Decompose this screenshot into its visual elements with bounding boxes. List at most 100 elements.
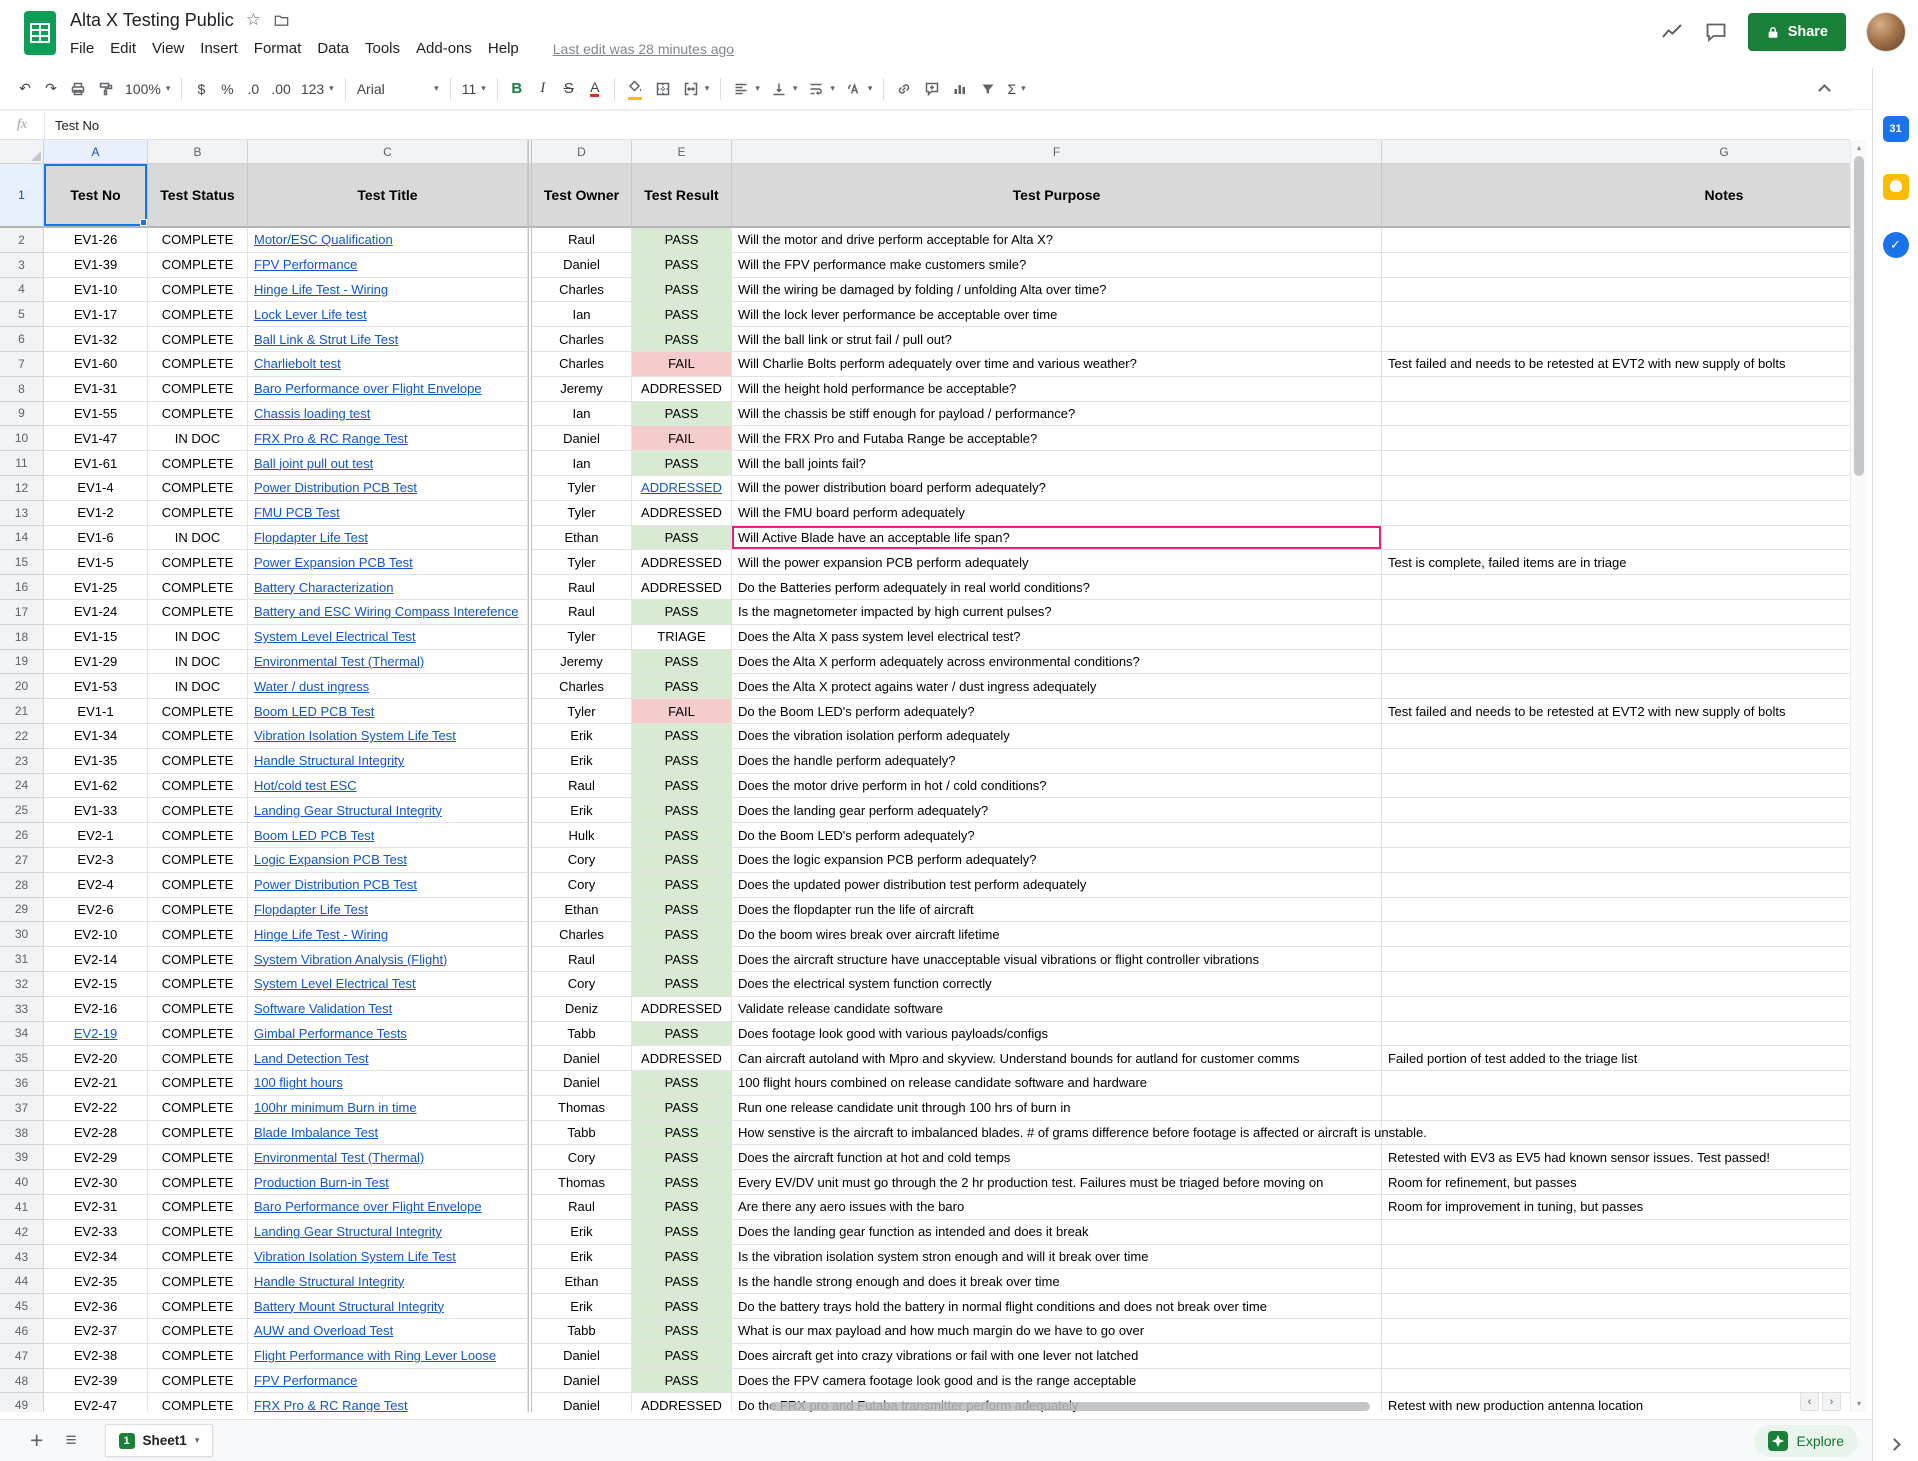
cell-test-purpose[interactable]: Will the wiring be damaged by folding / …	[732, 278, 1382, 303]
cell-test-status[interactable]: COMPLETE	[148, 699, 248, 724]
format-currency-button[interactable]: $	[188, 75, 214, 103]
row-number[interactable]: 7	[0, 352, 44, 377]
test-title-link[interactable]: Vibration Isolation System Life Test	[254, 728, 456, 743]
test-title-link[interactable]: Production Burn-in Test	[254, 1175, 389, 1190]
cell-test-status[interactable]: COMPLETE	[148, 1319, 248, 1344]
cell-test-no[interactable]: EV2-3	[44, 848, 148, 873]
cell-test-status[interactable]: COMPLETE	[148, 1022, 248, 1047]
row-number[interactable]: 18	[0, 625, 44, 650]
cell-test-status[interactable]: COMPLETE	[148, 278, 248, 303]
sheets-logo-icon[interactable]	[24, 11, 56, 55]
cell-test-no[interactable]: EV1-10	[44, 278, 148, 303]
row-number[interactable]: 49	[0, 1393, 44, 1412]
cell-test-no[interactable]: EV1-15	[44, 625, 148, 650]
cell-test-status[interactable]: COMPLETE	[148, 1170, 248, 1195]
cell-test-title[interactable]: Baro Performance over Flight Envelope	[248, 1195, 528, 1220]
row-number[interactable]: 37	[0, 1096, 44, 1121]
cell-test-owner[interactable]: Tabb	[532, 1121, 632, 1146]
cell-test-owner[interactable]: Ethan	[532, 526, 632, 551]
test-title-link[interactable]: Landing Gear Structural Integrity	[254, 1224, 442, 1239]
test-title-link[interactable]: Ball joint pull out test	[254, 456, 373, 471]
cell-test-result[interactable]: PASS	[632, 278, 732, 303]
cell-test-result[interactable]: ADDRESSED	[632, 476, 732, 501]
cell-test-purpose[interactable]: Does the aircraft function at hot and co…	[732, 1145, 1382, 1170]
filter-button[interactable]	[974, 75, 1002, 103]
cell-test-title[interactable]: Power Distribution PCB Test	[248, 873, 528, 898]
cell-notes[interactable]	[1382, 1294, 1850, 1319]
cell-test-status[interactable]: COMPLETE	[148, 575, 248, 600]
cell-test-purpose[interactable]: Do the battery trays hold the battery in…	[732, 1294, 1382, 1319]
cell-notes[interactable]	[1382, 228, 1850, 253]
cell-notes[interactable]	[1382, 278, 1850, 303]
cell-notes[interactable]	[1382, 873, 1850, 898]
cell-test-purpose[interactable]: Do the Boom LED's perform adequately?	[732, 699, 1382, 724]
cell-test-result[interactable]: PASS	[632, 749, 732, 774]
cell-notes[interactable]	[1382, 749, 1850, 774]
cell-test-result[interactable]: PASS	[632, 1022, 732, 1047]
cell-test-status[interactable]: COMPLETE	[148, 947, 248, 972]
decrease-decimal-button[interactable]: .0	[240, 75, 266, 103]
test-title-link[interactable]: Lock Lever Life test	[254, 307, 367, 322]
row-number[interactable]: 45	[0, 1294, 44, 1319]
cell-test-title[interactable]: Blade Imbalance Test	[248, 1121, 528, 1146]
test-title-link[interactable]: Power Expansion PCB Test	[254, 555, 413, 570]
cell-test-result[interactable]: PASS	[632, 898, 732, 923]
font-family-select[interactable]: Arial▾	[352, 75, 444, 103]
cell-test-no[interactable]: EV2-30	[44, 1170, 148, 1195]
row-number[interactable]: 44	[0, 1269, 44, 1294]
cell-test-purpose[interactable]: Does the handle perform adequately?	[732, 749, 1382, 774]
cell-test-status[interactable]: IN DOC	[148, 526, 248, 551]
cell-test-no[interactable]: EV1-47	[44, 426, 148, 451]
row-number[interactable]: 23	[0, 749, 44, 774]
test-title-link[interactable]: Hinge Life Test - Wiring	[254, 282, 388, 297]
cell-test-owner[interactable]: Daniel	[532, 253, 632, 278]
vertical-scrollbar-thumb[interactable]	[1854, 156, 1864, 476]
row-number[interactable]: 13	[0, 501, 44, 526]
cell-test-status[interactable]: COMPLETE	[148, 228, 248, 253]
row-number[interactable]: 1	[0, 164, 44, 228]
cell-test-title[interactable]: Hot/cold test ESC	[248, 774, 528, 799]
column-header-E[interactable]: E	[632, 140, 732, 164]
cell-test-owner[interactable]: Tabb	[532, 1022, 632, 1047]
cell-test-no[interactable]: EV2-29	[44, 1145, 148, 1170]
test-title-link[interactable]: FRX Pro & RC Range Test	[254, 431, 408, 446]
cell-test-no[interactable]: EV1-31	[44, 377, 148, 402]
cell-notes[interactable]	[1382, 1344, 1850, 1369]
cell-test-purpose[interactable]: Does the vibration isolation perform ade…	[732, 724, 1382, 749]
cell-test-owner[interactable]: Daniel	[532, 1344, 632, 1369]
cell-test-result[interactable]: PASS	[632, 848, 732, 873]
row-number[interactable]: 31	[0, 947, 44, 972]
cell-test-status[interactable]: COMPLETE	[148, 1046, 248, 1071]
row-number[interactable]: 46	[0, 1319, 44, 1344]
row-number[interactable]: 39	[0, 1145, 44, 1170]
test-title-link[interactable]: FRX Pro & RC Range Test	[254, 1398, 408, 1412]
cell-test-owner[interactable]: Cory	[532, 1145, 632, 1170]
row-number[interactable]: 8	[0, 377, 44, 402]
cell-test-result[interactable]: PASS	[632, 1269, 732, 1294]
scroll-left-arrow[interactable]: ‹	[1800, 1392, 1819, 1411]
cell-test-owner[interactable]: Charles	[532, 674, 632, 699]
row-number[interactable]: 47	[0, 1344, 44, 1369]
cell-test-status[interactable]: COMPLETE	[148, 774, 248, 799]
cell-notes[interactable]	[1382, 302, 1850, 327]
cell-test-result[interactable]: ADDRESSED	[632, 1046, 732, 1071]
cell-test-owner[interactable]: Erik	[532, 798, 632, 823]
cell-test-owner[interactable]: Daniel	[532, 1369, 632, 1394]
cell-test-purpose[interactable]: Will the FMU board perform adequately	[732, 501, 1382, 526]
cell-test-result[interactable]: PASS	[632, 402, 732, 427]
cell-test-status[interactable]: COMPLETE	[148, 823, 248, 848]
cell-test-result[interactable]: FAIL	[632, 426, 732, 451]
cell-test-status[interactable]: COMPLETE	[148, 377, 248, 402]
cell-test-status[interactable]: COMPLETE	[148, 749, 248, 774]
cell-test-result[interactable]: PASS	[632, 774, 732, 799]
cell-test-owner[interactable]: Daniel	[532, 426, 632, 451]
cell-test-purpose[interactable]: Will the chassis be stiff enough for pay…	[732, 402, 1382, 427]
cell-test-title[interactable]: FRX Pro & RC Range Test	[248, 426, 528, 451]
cell-test-purpose[interactable]: Does the landing gear perform adequately…	[732, 798, 1382, 823]
cell-notes[interactable]	[1382, 848, 1850, 873]
cell-notes[interactable]: Failed portion of test added to the tria…	[1382, 1046, 1850, 1071]
cell-test-title[interactable]: Ball Link & Strut Life Test	[248, 327, 528, 352]
row-number[interactable]: 42	[0, 1220, 44, 1245]
cell-test-status[interactable]: COMPLETE	[148, 1195, 248, 1220]
cell-test-title[interactable]: FPV Performance	[248, 253, 528, 278]
